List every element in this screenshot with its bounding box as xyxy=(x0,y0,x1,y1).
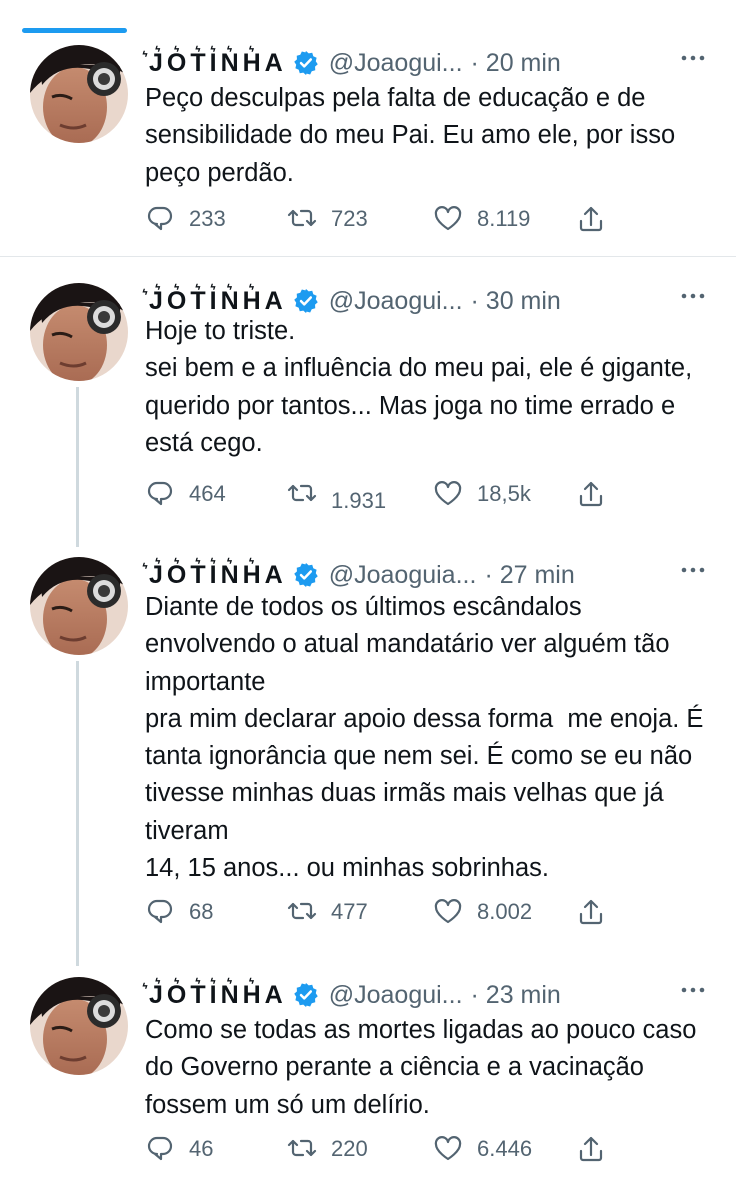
retweet-count: 1.931 xyxy=(331,488,387,513)
tweet-actions: 464 1.931 18,5k xyxy=(145,474,625,514)
reply-count: 68 xyxy=(189,899,214,924)
tweet-time[interactable]: · 23 min xyxy=(471,981,561,1010)
display-name[interactable]: ͛J͛O͛T͛I͛N͛H͛A xyxy=(145,287,287,316)
more-icon[interactable] xyxy=(680,49,706,67)
display-name[interactable]: ͛J͛O͛T͛I͛N͛H͛A xyxy=(145,981,287,1010)
retweet-button[interactable]: 1.931 xyxy=(287,474,386,514)
divider xyxy=(0,256,736,257)
tweet-header: ͛J͛O͛T͛I͛N͛H͛A @Joaoguia... · 27 min xyxy=(145,557,575,593)
retweet-icon xyxy=(287,1139,317,1157)
display-name[interactable]: ͛J͛O͛T͛I͛N͛H͛A xyxy=(145,561,287,590)
retweet-icon xyxy=(287,902,317,920)
like-button[interactable]: 8.119 xyxy=(433,199,530,239)
thread-connector xyxy=(76,661,79,966)
reply-count: 46 xyxy=(189,1136,214,1161)
like-icon xyxy=(434,1136,462,1161)
tweet-time[interactable]: · 30 min xyxy=(471,287,561,316)
verified-badge-icon xyxy=(292,562,319,588)
user-handle[interactable]: @Joaoguia... xyxy=(329,561,477,590)
retweet-button[interactable]: 220 xyxy=(287,1129,368,1169)
like-icon xyxy=(434,899,462,924)
retweet-button[interactable]: 723 xyxy=(287,199,368,239)
verified-badge-icon xyxy=(292,50,319,76)
share-button[interactable] xyxy=(577,1129,605,1169)
tweet-actions: 233 723 8.119 xyxy=(145,199,625,239)
tweet-text: Peço desculpas pela falta de educação e … xyxy=(145,84,683,187)
share-icon xyxy=(579,206,603,232)
tweet-text: Hoje to triste. sei bem e a influência d… xyxy=(145,317,693,457)
tweet-header: ͛J͛O͛T͛I͛N͛H͛A @Joaogui... · 20 min xyxy=(145,45,561,81)
share-button[interactable] xyxy=(577,892,605,932)
share-button[interactable] xyxy=(577,199,605,239)
avatar[interactable] xyxy=(30,45,128,143)
retweet-icon xyxy=(287,484,317,502)
reply-count: 233 xyxy=(189,206,226,231)
user-handle[interactable]: @Joaogui... xyxy=(329,981,463,1010)
reply-icon xyxy=(147,899,173,924)
tweet-text: Diante de todos os últimos escândalos en… xyxy=(145,593,704,883)
share-icon xyxy=(579,481,603,507)
reply-count: 464 xyxy=(189,481,226,506)
like-icon xyxy=(434,481,462,506)
tweet-time[interactable]: · 27 min xyxy=(484,561,574,590)
like-icon xyxy=(434,206,462,231)
reply-icon xyxy=(147,1136,173,1161)
retweet-count: 477 xyxy=(331,899,368,924)
reply-button[interactable]: 68 xyxy=(145,892,213,932)
avatar[interactable] xyxy=(30,557,128,655)
like-button[interactable]: 18,5k xyxy=(433,474,531,514)
reply-button[interactable]: 46 xyxy=(145,1129,213,1169)
verified-badge-icon xyxy=(292,288,319,314)
verified-badge-icon xyxy=(292,982,319,1008)
user-handle[interactable]: @Joaogui... xyxy=(329,49,463,78)
tweet-actions: 46 220 6.446 xyxy=(145,1129,625,1169)
tweet-header: ͛J͛O͛T͛I͛N͛H͛A @Joaogui... · 23 min xyxy=(145,977,561,1013)
reply-button[interactable]: 233 xyxy=(145,199,226,239)
like-count: 18,5k xyxy=(477,481,531,506)
active-tab-indicator xyxy=(22,28,127,33)
retweet-icon xyxy=(287,209,317,227)
retweet-count: 220 xyxy=(331,1136,368,1161)
more-icon[interactable] xyxy=(680,561,706,579)
more-icon[interactable] xyxy=(680,287,706,305)
reply-icon xyxy=(147,481,173,506)
tweet-time[interactable]: · 20 min xyxy=(471,49,561,78)
tweet-text: Como se todas as mortes ligadas ao pouco… xyxy=(145,1016,704,1119)
avatar[interactable] xyxy=(30,283,128,381)
reply-button[interactable]: 464 xyxy=(145,474,226,514)
share-button[interactable] xyxy=(577,474,605,514)
like-count: 8.119 xyxy=(477,206,531,231)
tweet-actions: 68 477 8.002 xyxy=(145,892,625,932)
thread-connector xyxy=(76,387,79,547)
more-icon[interactable] xyxy=(680,981,706,999)
share-icon xyxy=(579,1136,603,1162)
like-count: 6.446 xyxy=(477,1136,533,1161)
retweet-button[interactable]: 477 xyxy=(287,892,368,932)
user-handle[interactable]: @Joaogui... xyxy=(329,287,463,316)
like-count: 8.002 xyxy=(477,899,533,924)
reply-icon xyxy=(147,206,173,231)
like-button[interactable]: 8.002 xyxy=(433,892,532,932)
like-button[interactable]: 6.446 xyxy=(433,1129,532,1169)
retweet-count: 723 xyxy=(331,206,368,231)
display-name[interactable]: ͛J͛O͛T͛I͛N͛H͛A xyxy=(145,49,287,78)
avatar[interactable] xyxy=(30,977,128,1075)
share-icon xyxy=(579,899,603,925)
